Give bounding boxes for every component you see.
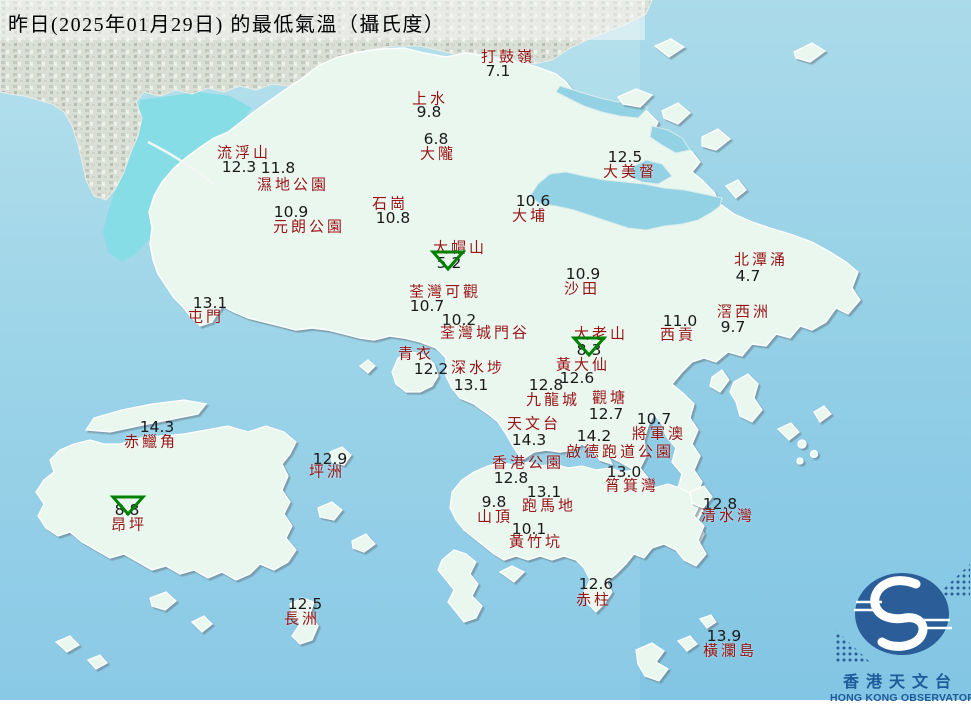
station-name: 北潭涌 — [733, 252, 789, 269]
station-value: 14.3 — [511, 431, 547, 449]
station-name: 大隴 — [419, 146, 457, 163]
station-name: 赤柱 — [575, 592, 613, 609]
hko-logo-symbol — [836, 564, 970, 662]
station-name: 筲箕灣 — [604, 478, 660, 495]
station-name: 跑馬地 — [521, 498, 577, 515]
station-value: 12.7 — [588, 405, 624, 423]
weather-map-screen: 昨日(2025年01月29日) 的最低氣溫（攝氏度） 打鼓嶺 7.1 上水 9.8 大隴… — [0, 0, 971, 704]
station-name: 黃竹坑 — [508, 534, 564, 551]
peak-marker-icon — [109, 493, 147, 521]
station-name: 九龍城 — [525, 392, 581, 409]
station-name: 打鼓嶺 — [480, 49, 536, 66]
station-name: 山頂 — [476, 509, 514, 526]
station-name: 上水 — [411, 91, 449, 108]
station-name: 元朗公園 — [272, 219, 346, 236]
station-name: 清水灣 — [700, 508, 756, 525]
hko-logo-name-english: HONG KONG OBSERVATORY — [830, 692, 971, 704]
station-name: 赤鱲角 — [123, 434, 179, 451]
station-name: 屯門 — [187, 309, 225, 326]
peak-marker-icon — [570, 334, 608, 362]
station-value: 13.1 — [453, 376, 489, 394]
station-name: 青衣 — [397, 346, 435, 363]
station-name: 荃灣城門谷 — [439, 325, 531, 342]
station-name: 天文台 — [506, 416, 562, 433]
station-name: 橫瀾島 — [702, 643, 758, 660]
station-name: 濕地公園 — [256, 177, 330, 194]
station-labels-layer: 打鼓嶺 7.1 上水 9.8 大隴 6.8 流浮山 12.3 濕地公園 11.8 元朗公園 10.9 石… — [0, 0, 971, 700]
station-name: 啟德跑道公園 — [565, 444, 675, 461]
station-name: 滘西洲 — [716, 304, 772, 321]
station-name: 觀塘 — [591, 390, 629, 407]
station-name: 西貢 — [659, 327, 697, 344]
station-name: 流浮山 — [216, 145, 272, 162]
station-name: 香港公園 — [491, 455, 565, 472]
hko-logo: 香港天文台 HONG KONG OBSERVATORY — [830, 562, 971, 704]
station-name: 深水埗 — [450, 360, 506, 377]
station-name: 大美督 — [602, 164, 658, 181]
station-name: 荃灣可觀 — [408, 284, 482, 301]
station-value: 4.7 — [735, 267, 761, 285]
map-title: 昨日(2025年01月29日) 的最低氣溫（攝氏度） — [8, 14, 446, 36]
station-name: 坪洲 — [308, 464, 346, 481]
station-name: 沙田 — [563, 281, 601, 298]
station-name: 石崗 — [371, 196, 409, 213]
station-name: 大埔 — [511, 208, 549, 225]
station-name: 長洲 — [283, 611, 321, 628]
peak-marker-icon — [429, 248, 467, 276]
hko-logo-name-chinese: 香港天文台 — [842, 674, 958, 691]
